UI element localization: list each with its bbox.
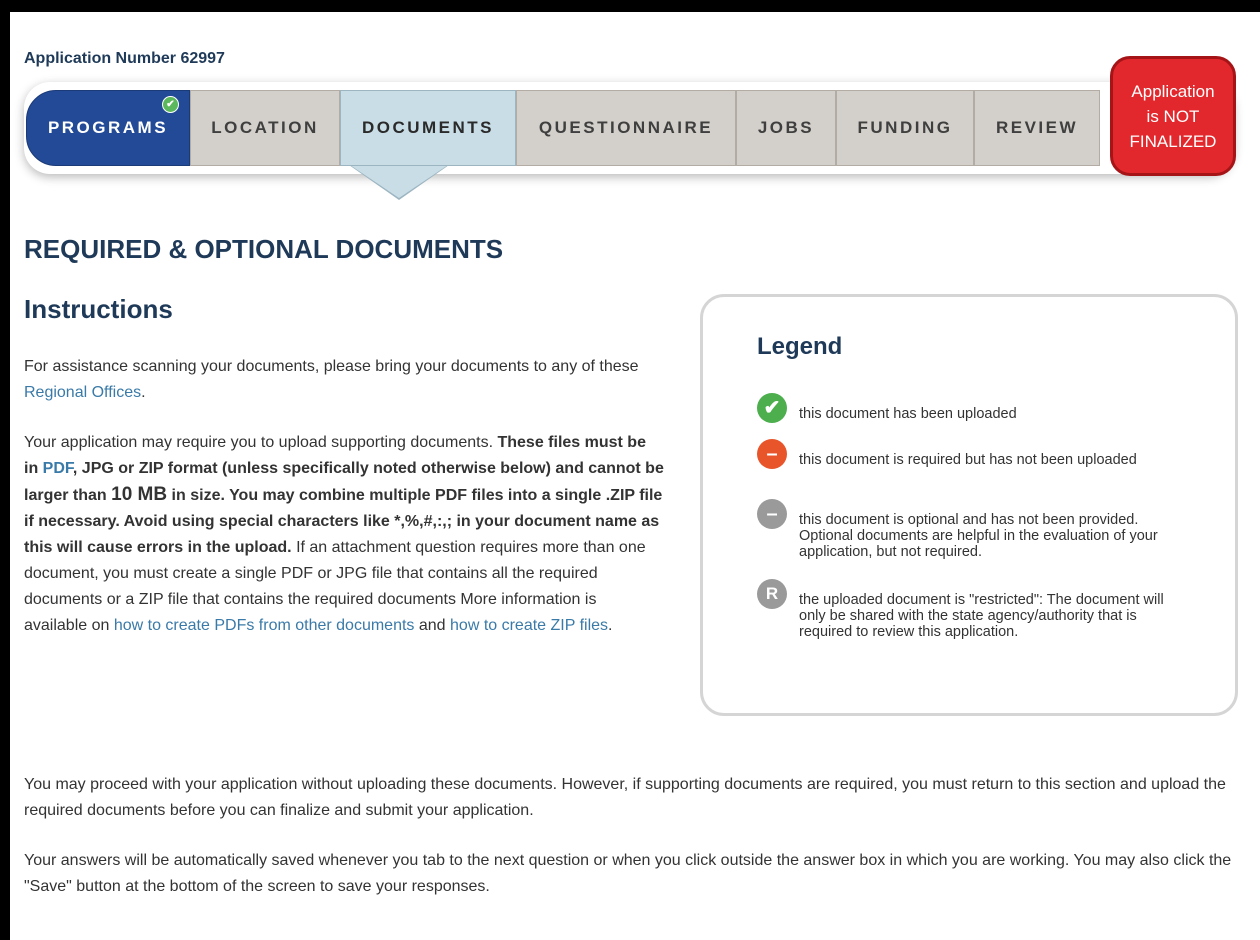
legend-text: the uploaded document is "restricted": T… bbox=[799, 592, 1164, 640]
application-number: Application Number 62997 bbox=[24, 50, 225, 67]
tab-label: REVIEW bbox=[995, 118, 1079, 137]
legend-text: this document is optional and has not be… bbox=[799, 512, 1158, 560]
status-line-2: is NOT bbox=[1146, 106, 1200, 126]
legend-box: Legend ✔ this document has been uploaded… bbox=[700, 294, 1238, 716]
status-line-1: Application bbox=[1131, 81, 1215, 101]
regional-offices-link[interactable]: Regional Offices bbox=[24, 384, 141, 401]
legend-title: Legend bbox=[757, 333, 843, 360]
proceed-paragraph: You may proceed with your application wi… bbox=[24, 776, 1226, 819]
assistance-paragraph: For assistance scanning your documents, … bbox=[24, 354, 664, 406]
and-text: and bbox=[414, 617, 451, 634]
page-title: REQUIRED & OPTIONAL DOCUMENTS bbox=[24, 234, 504, 264]
minus-circle-red-icon: – bbox=[757, 439, 787, 469]
minus-circle-gray-icon: – bbox=[757, 499, 787, 529]
restricted-r-icon: R bbox=[757, 579, 787, 609]
not-finalized-status-badge[interactable]: Application is NOT FINALIZED bbox=[1110, 56, 1236, 176]
tab-documents[interactable]: DOCUMENTS bbox=[340, 90, 516, 166]
create-pdfs-link[interactable]: how to create PDFs from other documents bbox=[114, 617, 415, 634]
tab-label: LOCATION bbox=[211, 118, 319, 137]
instructions-heading: Instructions bbox=[24, 294, 173, 324]
legend-text: this document is required but has not be… bbox=[799, 452, 1137, 468]
tab-questionnaire[interactable]: QUESTIONNAIRE bbox=[516, 90, 736, 166]
tab-funding[interactable]: FUNDING bbox=[836, 90, 974, 166]
upload-instructions-paragraph: Your application may require you to uplo… bbox=[24, 430, 664, 639]
legend-text: this document has been uploaded bbox=[799, 406, 1017, 422]
assistance-text: For assistance scanning your documents, … bbox=[24, 358, 639, 375]
tab-label: DOCUMENTS bbox=[361, 118, 495, 137]
tab-label: FUNDING bbox=[857, 118, 953, 137]
pdf-link[interactable]: PDF bbox=[43, 460, 73, 477]
period: . bbox=[608, 617, 613, 634]
tab-location[interactable]: LOCATION bbox=[190, 90, 340, 166]
tab-label: PROGRAMS bbox=[47, 118, 169, 137]
completed-check-icon: ✔ bbox=[162, 96, 179, 113]
autosave-paragraph: Your answers will be automatically saved… bbox=[24, 852, 1232, 895]
max-size: 10 MB bbox=[111, 484, 168, 505]
page: Application Number 62997 PROGRAMS ✔ LOCA… bbox=[10, 12, 1260, 940]
tab-jobs[interactable]: JOBS bbox=[736, 90, 836, 166]
tab-review[interactable]: REVIEW bbox=[974, 90, 1100, 166]
tab-label: JOBS bbox=[757, 118, 815, 137]
status-line-3: FINALIZED bbox=[1129, 131, 1217, 151]
upload-intro-text: Your application may require you to uplo… bbox=[24, 434, 498, 451]
active-tab-pointer bbox=[350, 165, 448, 198]
format-requirements: These files must be in PDF, JPG or ZIP f… bbox=[24, 434, 664, 556]
tab-label: QUESTIONNAIRE bbox=[538, 118, 714, 137]
check-circle-icon: ✔ bbox=[757, 393, 787, 423]
create-zip-link[interactable]: how to create ZIP files bbox=[450, 617, 608, 634]
period: . bbox=[141, 384, 146, 401]
